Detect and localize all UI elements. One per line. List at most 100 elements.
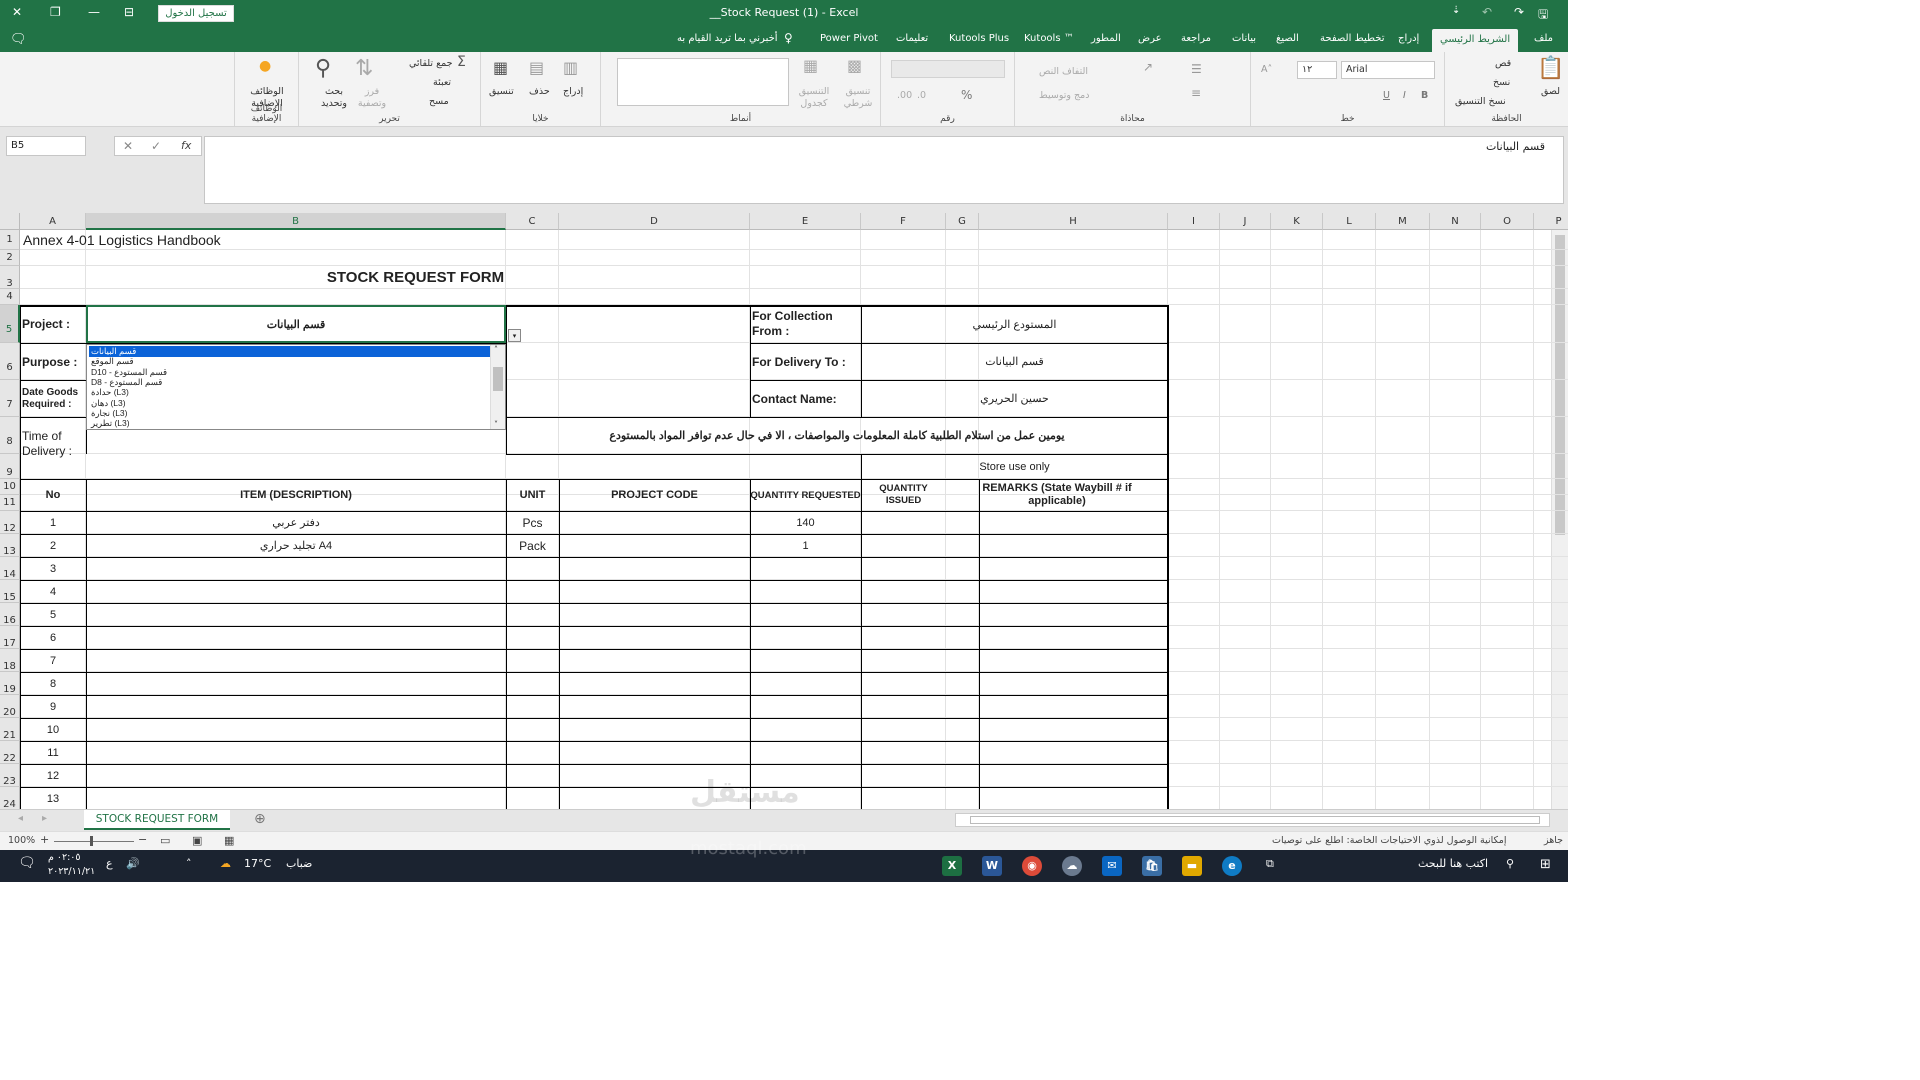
increase-font-icon[interactable]: A˄ (1261, 64, 1272, 75)
autosum-button[interactable]: جمع تلقائي (409, 58, 453, 69)
column-header-k[interactable]: K (1271, 213, 1323, 230)
row-header-24[interactable]: 24 (0, 787, 20, 809)
find-select-button[interactable]: بحث وتحديد (317, 86, 351, 110)
tab-kutools[interactable]: Kutools ™ (1024, 33, 1074, 44)
insert-button[interactable]: إدراج (563, 86, 583, 97)
copy-button[interactable]: نسخ (1493, 77, 1510, 88)
vertical-scroll-thumb[interactable] (1555, 235, 1565, 535)
save-icon[interactable]: 🖫 (1538, 5, 1548, 26)
start-button-icon[interactable]: ⊞ (1540, 857, 1551, 872)
mail-taskbar-icon[interactable]: ✉ (1102, 856, 1122, 876)
decrease-decimal-icon[interactable]: .00 (897, 90, 912, 101)
column-header-l[interactable]: L (1323, 213, 1376, 230)
tab-insert[interactable]: إدراج (1398, 33, 1419, 44)
tab-review[interactable]: مراجعة (1181, 33, 1211, 44)
row-header-20[interactable]: 20 (0, 695, 20, 718)
column-header-b[interactable]: B (86, 213, 506, 230)
app-taskbar-icon[interactable]: ☁ (1062, 856, 1082, 876)
horizontal-scroll-thumb[interactable] (970, 816, 1540, 824)
insert-function-icon[interactable]: fx (181, 139, 191, 152)
column-header-e[interactable]: E (750, 213, 861, 230)
row-header-21[interactable]: 21 (0, 718, 20, 741)
dropdown-arrow-icon[interactable]: ▾ (508, 329, 521, 342)
sheet-tab-stock-request-form[interactable]: STOCK REQUEST FORM (84, 810, 230, 830)
row-header-22[interactable]: 22 (0, 741, 20, 764)
select-all-corner[interactable] (0, 213, 20, 230)
row-header-7[interactable]: 7 (0, 380, 20, 417)
row-header-1[interactable]: 1 (0, 230, 20, 250)
formula-input[interactable]: قسم البيانات (204, 136, 1564, 204)
increase-decimal-icon[interactable]: .0 (917, 90, 926, 101)
italic-button[interactable]: I (1403, 90, 1406, 101)
page-layout-view-icon[interactable]: ▣ (192, 834, 202, 847)
column-header-c[interactable]: C (506, 213, 559, 230)
conditional-format-button[interactable]: تنسيق شرطي (841, 86, 875, 110)
row-header-4[interactable]: 4 (0, 289, 20, 305)
validation-dropdown-list[interactable]: قسم البيانات قسم الموقع D10 - قسم المستودع… (86, 344, 506, 430)
row-header-13[interactable]: 13 (0, 534, 20, 557)
row-header-19[interactable]: 19 (0, 672, 20, 695)
undo-icon[interactable]: ↶ (1482, 5, 1492, 19)
row-header-9[interactable]: 9 (0, 454, 20, 479)
next-sheet-icon[interactable]: ▸ (42, 813, 47, 824)
row-header-17[interactable]: 17 (0, 626, 20, 649)
tab-data[interactable]: بيانات (1232, 33, 1256, 44)
delete-button[interactable]: حذف (529, 86, 550, 97)
fill-button[interactable]: تعبئة (433, 77, 451, 88)
page-break-view-icon[interactable]: ▭ (160, 834, 170, 847)
enter-formula-icon[interactable]: ✓ (151, 139, 161, 153)
column-header-i[interactable]: I (1168, 213, 1220, 230)
row-header-16[interactable]: 16 (0, 603, 20, 626)
cut-button[interactable]: قص (1495, 58, 1511, 69)
cell-styles-gallery[interactable] (617, 58, 789, 106)
language-indicator[interactable]: ع (106, 857, 113, 870)
row-header-14[interactable]: 14 (0, 557, 20, 580)
zoom-slider-thumb[interactable] (90, 836, 93, 846)
zoom-slider[interactable] (54, 841, 134, 842)
zoom-in-icon[interactable]: + (40, 833, 49, 846)
bold-button[interactable]: B (1421, 90, 1428, 101)
prev-sheet-icon[interactable]: ◂ (18, 813, 23, 824)
column-header-n[interactable]: N (1430, 213, 1481, 230)
dropdown-scrollbar[interactable]: ˄ ˅ (490, 345, 505, 429)
zoom-level[interactable]: 100% (8, 835, 35, 846)
accessibility-status[interactable]: إمكانية الوصول لذوي الاحتياجات الخاصة: ا… (1272, 835, 1506, 846)
clock-date[interactable]: ٢٠٢٣/١١/٢١ (48, 866, 95, 877)
orientation-icon[interactable]: ↗ (1143, 60, 1153, 74)
dropdown-scroll-down-icon[interactable]: ˅ (494, 420, 498, 429)
task-view-icon[interactable]: ⧉ (1266, 857, 1274, 871)
row-header-23[interactable]: 23 (0, 764, 20, 787)
dropdown-scroll-thumb[interactable] (493, 367, 503, 391)
word-taskbar-icon[interactable]: W (982, 856, 1002, 876)
notifications-icon[interactable]: 🗨 (18, 855, 36, 871)
name-box[interactable]: B5 (6, 136, 86, 156)
row-header-15[interactable]: 15 (0, 580, 20, 603)
worksheet-grid[interactable]: A B C D E F G H I J K L M N O P 1 2 3 4 5 6 7 8 9 10 11 12 13 14 15 16 1… (0, 213, 1568, 809)
percent-button[interactable]: % (961, 88, 972, 102)
sort-filter-button[interactable]: فرز وتصفية (357, 86, 387, 110)
font-name-select[interactable]: Arial (1341, 61, 1435, 79)
redo-icon[interactable]: ↷ (1514, 5, 1524, 19)
column-header-o[interactable]: O (1481, 213, 1534, 230)
tab-page-layout[interactable]: تخطيط الصفحة (1320, 33, 1385, 44)
tab-home[interactable]: الشريط الرئيسي (1432, 29, 1519, 52)
align-center-icon[interactable]: ≡ (1191, 86, 1201, 100)
merge-center-button[interactable]: دمج وتوسيط (1039, 90, 1089, 101)
volume-icon[interactable]: 🔊 (126, 857, 140, 870)
dropdown-scroll-up-icon[interactable]: ˄ (494, 345, 498, 354)
row-header-12[interactable]: 12 (0, 511, 20, 534)
column-header-p[interactable]: P (1534, 213, 1568, 230)
add-sheet-icon[interactable]: ⊕ (254, 811, 266, 827)
format-painter-button[interactable]: نسخ التنسيق (1455, 96, 1506, 107)
tab-view[interactable]: عرض (1138, 33, 1162, 44)
column-header-a[interactable]: A (20, 213, 86, 230)
paste-button[interactable]: لصق (1541, 86, 1560, 97)
tab-kutools-plus[interactable]: Kutools Plus (949, 33, 1009, 44)
tell-me-search[interactable]: أخبرني بما تريد القيام به (677, 33, 778, 44)
tab-help[interactable]: تعليمات (896, 33, 928, 44)
weather-temp[interactable]: 17°C (244, 857, 271, 870)
row-header-2[interactable]: 2 (0, 250, 20, 266)
clock-time[interactable]: ٠٢:٠٥ م (48, 852, 81, 863)
row-header-18[interactable]: 18 (0, 649, 20, 672)
format-as-table-button[interactable]: التنسيق كجدول (797, 86, 831, 110)
